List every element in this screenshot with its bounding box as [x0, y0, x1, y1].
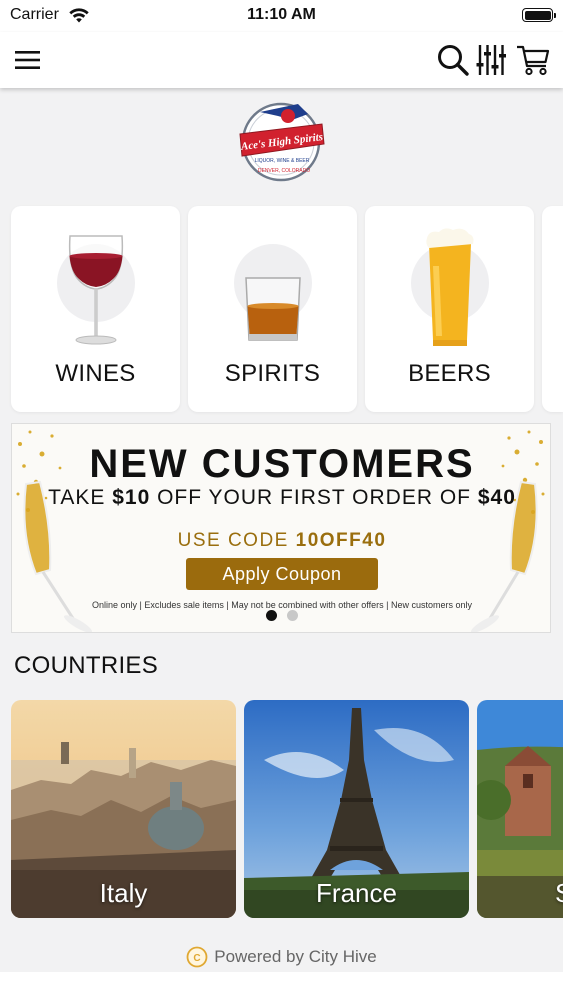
bottom-safe-area [0, 972, 563, 1000]
cart-icon [517, 45, 550, 76]
category-label: WINES [55, 360, 136, 387]
battery-icon [522, 8, 556, 22]
promo-banner[interactable]: NEW CUSTOMERS TAKE $10 OFF YOUR FIRST OR… [11, 423, 551, 633]
category-card-beers[interactable]: BEERS [365, 206, 534, 412]
category-card-wines[interactable]: WINES [11, 206, 180, 412]
logo-subtext: LIQUOR, WINE & BEER [255, 158, 310, 164]
country-card-france[interactable]: France [244, 700, 469, 918]
country-label: Italy [99, 878, 148, 908]
status-time: 11:10 AM [247, 6, 316, 23]
category-card-spirits[interactable]: SPIRITS [188, 206, 357, 412]
beer-glass-icon [426, 228, 474, 346]
country-label: France [316, 878, 397, 908]
spain-photo [477, 700, 563, 918]
cart-button[interactable] [514, 40, 552, 80]
promo-subtitle: TAKE $10 OFF YOUR FIRST ORDER OF $40 [48, 486, 516, 509]
promo-code-text: USE CODE 10OFF40 [177, 530, 387, 551]
category-label: BEERS [408, 360, 491, 387]
search-button[interactable] [434, 40, 472, 80]
store-logo: Ace's High Spirits LIQUOR, WINE & BEER D… [239, 102, 325, 182]
nav-bar [0, 32, 563, 88]
carousel-dot-1[interactable] [266, 610, 277, 621]
promo-code: 10OFF40 [295, 530, 387, 551]
whiskey-glass-icon [245, 277, 301, 341]
filter-button[interactable] [474, 40, 508, 80]
country-label: S [555, 878, 563, 909]
country-card-spain[interactable]: S [477, 700, 563, 918]
promo-minimum: $40 [477, 486, 516, 509]
powered-by-text: Powered by City Hive [214, 947, 377, 966]
status-bar: Carrier 11:10 AM [0, 0, 563, 32]
carousel-pagination [12, 610, 550, 624]
category-card-next[interactable] [542, 206, 563, 412]
city-hive-logo-icon: C [186, 946, 208, 968]
promo-discount: $10 [112, 486, 151, 509]
category-carousel[interactable]: WINES SPIRITS BEERS [0, 206, 563, 412]
countries-section-title: COUNTRIES [14, 652, 159, 679]
svg-text:C: C [194, 953, 201, 964]
wine-glass-icon [68, 235, 124, 345]
powered-by[interactable]: C Powered by City Hive [0, 944, 563, 970]
countries-carousel[interactable]: Italy France [0, 700, 563, 918]
menu-icon [15, 51, 40, 69]
apply-coupon-button[interactable]: Apply Coupon [186, 558, 378, 590]
promo-disclaimer: Online only | Excludes sale items | May … [91, 600, 473, 610]
country-card-italy[interactable]: Italy [11, 700, 236, 918]
carousel-dot-2[interactable] [287, 610, 298, 621]
filter-icon [476, 45, 506, 75]
menu-button[interactable] [10, 40, 46, 80]
search-icon [438, 45, 469, 76]
logo-city: DENVER, COLORADO [258, 168, 310, 174]
category-label: SPIRITS [224, 360, 321, 387]
promo-title: NEW CUSTOMERS [89, 442, 475, 486]
